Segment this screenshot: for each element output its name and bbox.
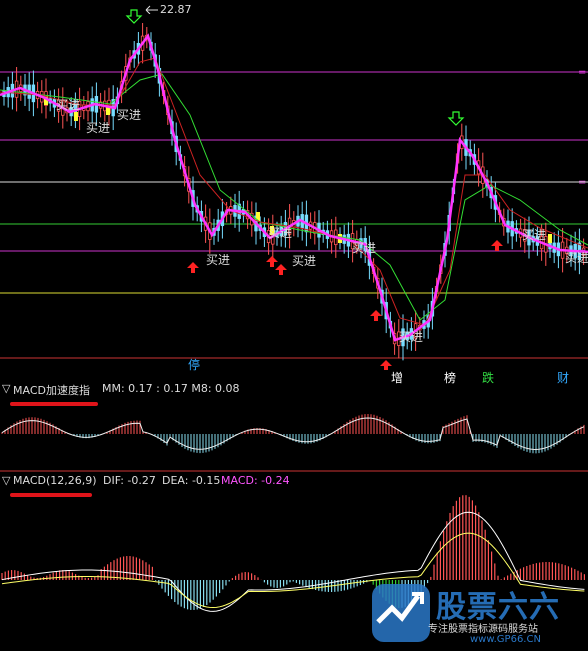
buy-arrow-icon [187,262,199,273]
buy-label: 买进 [56,98,81,112]
buy-arrow-icon [370,310,382,321]
watermark: 股票六六 专注股票指标源码服务站 www.GP66.CN [370,580,588,650]
peak-price-label: 22.87 [160,3,192,16]
logo-icon [372,584,430,642]
signal-marker [74,112,78,121]
macd-accel-panel[interactable]: ▽ MACD加速度指 MM: 0.17 : 0.17 M8: 0.08 [0,380,588,472]
signal-marker [548,234,552,243]
watermark-sub: 专注股票指标源码服务站 [428,624,538,635]
candlestick-series [2,23,586,361]
price-chart-panel[interactable]: = = = 22.87 买进 买进 买进 买进 买进 买进 买进 买进 买进 买… [0,0,588,385]
accel-title[interactable]: MACD加速度指 [13,382,90,398]
macd-panel[interactable]: ▽ MACD(12,26,9) DIF: -0.27 DEA: -0.15 MA… [0,472,588,651]
buy-arrow-icon [491,240,503,251]
macd-title[interactable]: MACD(12,26,9) [13,474,97,487]
buy-label: 买进 [565,251,588,265]
buy-label: 买进 [399,330,424,344]
buy-arrow-icon [275,264,287,275]
buy-arrow-icon [266,256,278,267]
sell-signal-arrow [125,9,143,24]
buy-label: 买进 [352,241,377,255]
accel-values: MM: 0.17 : 0.17 M8: 0.08 [102,382,240,395]
buy-label: 买进 [206,253,231,267]
dea-value: DEA: -0.15 [162,474,221,487]
buy-label: 买进 [292,254,317,268]
accel-histogram [1,414,585,454]
buy-label: 买进 [268,226,293,240]
buy-label: 买进 [522,228,547,242]
highlight-underline [10,402,98,406]
buy-signal-arrows [187,240,503,370]
sell-signal-arrow [447,111,465,126]
event-marker-stop[interactable]: 停 [188,356,200,373]
dif-value: DIF: -0.27 [103,474,156,487]
axis-marker: = [578,67,586,78]
macd-value: MACD: -0.24 [221,474,290,487]
ma-line-magenta [0,33,588,342]
highlight-underline [10,493,92,497]
watermark-url: www.GP66.CN [470,634,541,645]
indicator-collapse-icon[interactable]: ▽ [2,474,10,487]
axis-marker: = [578,177,586,188]
accel-line [1,417,585,450]
buy-label: 买进 [117,108,142,122]
buy-label: 买进 [86,121,111,135]
peak-pointer [145,5,158,14]
price-chart-svg: = = = [0,9,588,370]
indicator-collapse-icon[interactable]: ▽ [2,382,10,395]
